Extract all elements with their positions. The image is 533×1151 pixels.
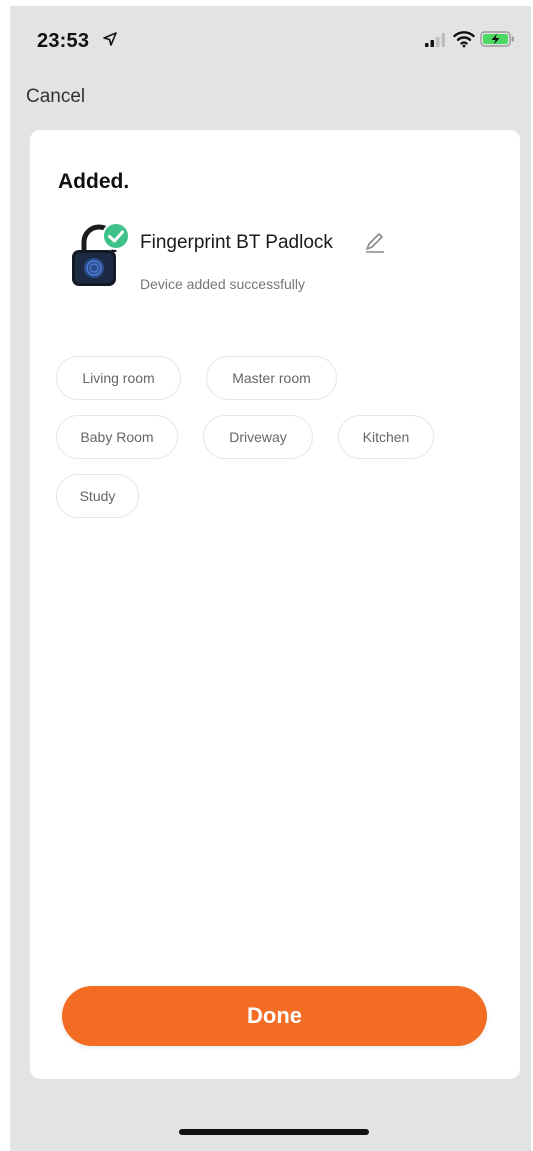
room-chip-baby-room[interactable]: Baby Room <box>56 415 178 459</box>
room-chip-kitchen[interactable]: Kitchen <box>338 415 434 459</box>
done-button[interactable]: Done <box>62 986 487 1046</box>
device-added-card: Added. Fingerprint BT Padlock Device add… <box>30 130 520 1079</box>
status-bar: 23:53 <box>10 6 531 76</box>
check-badge-icon <box>102 222 130 250</box>
room-chip-living-room[interactable]: Living room <box>56 356 181 400</box>
card-title: Added. <box>58 170 130 193</box>
cancel-button[interactable]: Cancel <box>26 86 85 108</box>
room-chip-study[interactable]: Study <box>56 474 139 518</box>
status-time: 23:53 <box>37 30 90 52</box>
wifi-icon <box>453 31 475 48</box>
edit-pencil-icon[interactable] <box>362 230 386 254</box>
room-chip-master-room[interactable]: Master room <box>206 356 337 400</box>
cellular-signal-icon <box>425 33 445 47</box>
room-chip-driveway[interactable]: Driveway <box>203 415 313 459</box>
device-name: Fingerprint BT Padlock <box>140 232 333 253</box>
padlock-device-icon <box>72 222 130 286</box>
home-indicator[interactable] <box>179 1129 369 1135</box>
device-status-text: Device added successfully <box>140 276 305 292</box>
location-arrow-icon <box>103 32 117 46</box>
battery-charging-icon <box>480 31 514 47</box>
phone-screen: 23:53 Cancel Added. Fingerprint BT Padlo… <box>10 6 531 1151</box>
